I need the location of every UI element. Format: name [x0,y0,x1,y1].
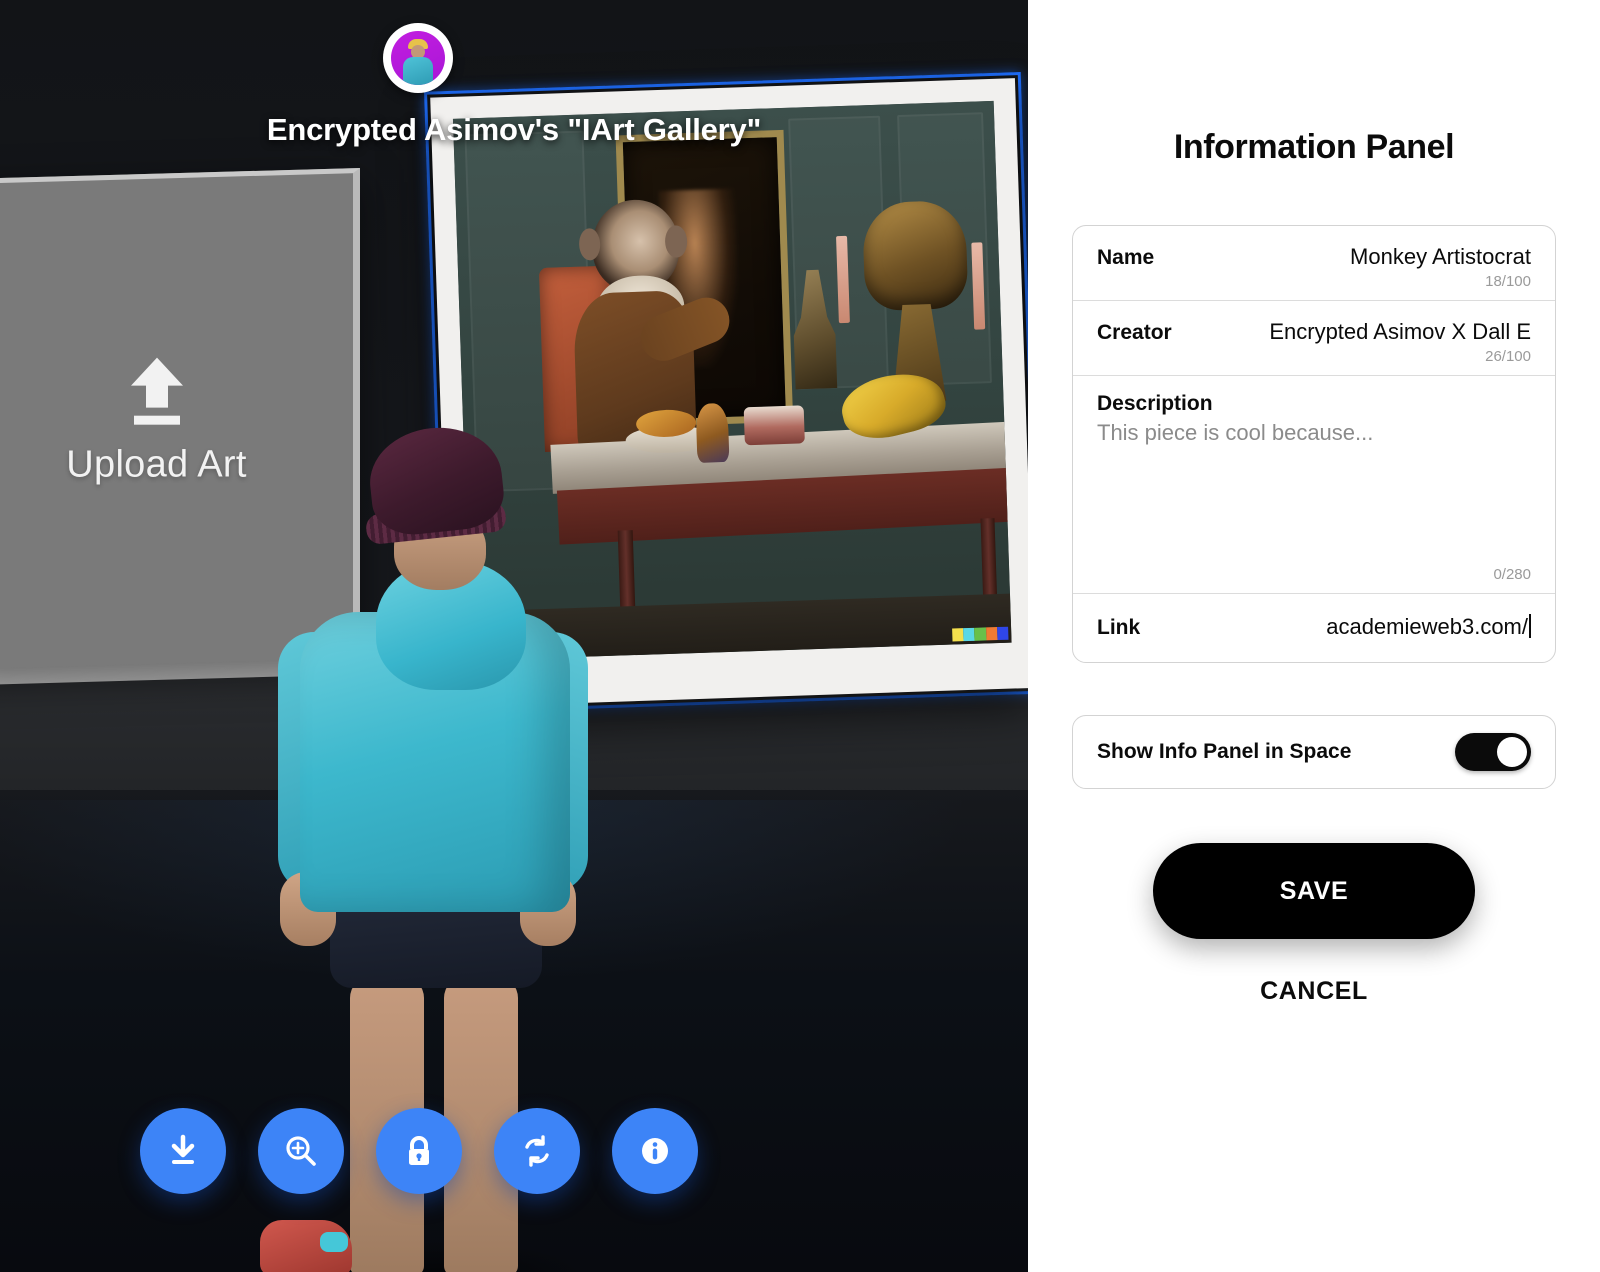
save-button[interactable]: SAVE [1153,843,1475,939]
avatar[interactable] [383,23,453,93]
description-field-row[interactable]: Description This piece is cool because..… [1073,376,1555,594]
information-panel: Information Panel Name Monkey Artistocra… [1028,0,1600,1272]
download-button[interactable] [140,1108,226,1194]
name-counter: 18/100 [1485,273,1531,290]
upload-arrow-icon [130,357,183,425]
gallery-3d-scene[interactable]: Upload Art Encrypted Asimov's "IArt Gall… [0,0,1028,1272]
metadata-card: Name Monkey Artistocrat 18/100 Creator E… [1072,225,1556,663]
description-label: Description [1097,392,1213,415]
text-caret [1529,614,1531,638]
description-input[interactable]: This piece is cool because... [1097,420,1531,446]
download-icon [171,1134,195,1164]
link-input[interactable]: academieweb3.com/ [1326,614,1531,640]
creator-label: Creator [1097,321,1172,344]
show-info-panel-label: Show Info Panel in Space [1097,740,1352,763]
description-counter: 0/280 [1493,566,1531,583]
name-field-row[interactable]: Name Monkey Artistocrat 18/100 [1073,226,1555,301]
app-root: Upload Art Encrypted Asimov's "IArt Gall… [0,0,1600,1272]
refresh-button[interactable] [494,1108,580,1194]
dalle-watermark-icon [952,626,1009,642]
creator-field-row[interactable]: Creator Encrypted Asimov X Dall E 26/100 [1073,301,1555,376]
show-info-panel-toggle[interactable] [1455,733,1531,771]
link-value-text: academieweb3.com/ [1326,614,1528,639]
creator-counter: 26/100 [1485,348,1531,365]
cancel-button[interactable]: CANCEL [1028,977,1600,1006]
upload-art-label: Upload Art [66,443,247,486]
sync-icon [525,1135,549,1167]
info-icon [642,1138,668,1164]
lock-button[interactable] [376,1108,462,1194]
name-input[interactable]: Monkey Artistocrat [1350,244,1531,270]
magnifier-plus-icon [286,1136,316,1166]
show-info-panel-row[interactable]: Show Info Panel in Space [1072,715,1556,789]
panel-title: Information Panel [1173,128,1455,166]
link-label: Link [1097,616,1141,639]
scene-toolbar [140,1108,698,1194]
info-button[interactable] [612,1108,698,1194]
lock-icon [409,1136,429,1165]
link-field-row[interactable]: Link academieweb3.com/ [1073,594,1555,662]
name-label: Name [1097,246,1155,269]
page-title: Encrypted Asimov's "IArt Gallery" [266,112,762,147]
zoom-in-button[interactable] [258,1108,344,1194]
creator-input[interactable]: Encrypted Asimov X Dall E [1269,319,1531,345]
toggle-knob [1497,737,1527,767]
